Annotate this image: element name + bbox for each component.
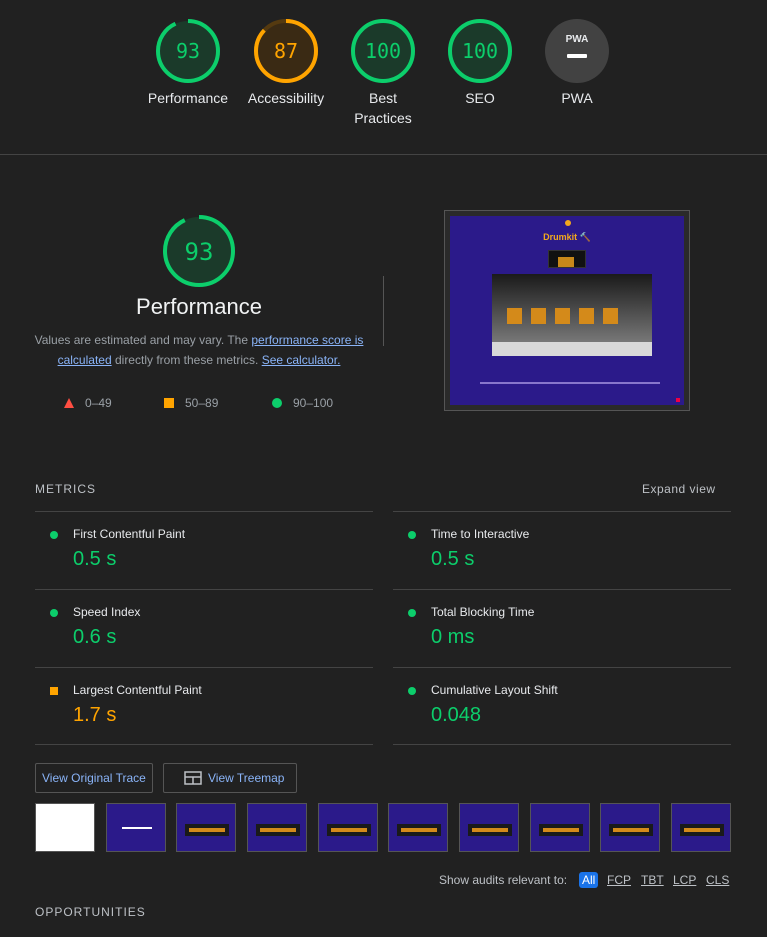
filmstrip-frame (671, 803, 731, 852)
divider (383, 276, 384, 346)
final-screenshot[interactable]: Drumkit 🔨 (444, 210, 690, 411)
legend-range: 0–49 (85, 396, 112, 410)
screenshot-app-title: Drumkit 🔨 (543, 232, 591, 242)
gauge-label: Performance (147, 90, 229, 106)
legend-range: 90–100 (293, 396, 334, 410)
gauge-ring: 100 (351, 19, 415, 83)
filter-chip-all[interactable]: All (579, 872, 599, 888)
metric-cls: Cumulative Layout Shift 0.048 (393, 667, 731, 745)
gauge-seo[interactable]: 100 SEO (430, 18, 530, 108)
filmstrip-frame (35, 803, 95, 852)
filmstrip-frame (388, 803, 448, 852)
filmstrip-frame (600, 803, 660, 852)
audit-filter-label: Show audits relevant to: (439, 873, 568, 887)
performance-summary: 93 Performance Values are estimated and … (20, 214, 378, 370)
metric-title: Time to Interactive (431, 527, 530, 541)
gauge-best-practices[interactable]: 100 Best Practices (333, 18, 433, 128)
gauge-pwa[interactable]: PWA PWA (527, 18, 627, 108)
performance-score: 93 (185, 238, 214, 266)
performance-gauge: 93 (163, 215, 235, 287)
metric-fcp: First Contentful Paint 0.5 s (35, 511, 373, 589)
pwa-badge-text: PWA (566, 34, 589, 45)
metrics-header: METRICS (35, 482, 96, 496)
average-indicator (50, 687, 58, 695)
metric-value: 0.048 (431, 704, 482, 726)
pass-indicator (408, 609, 416, 617)
see-calculator-link[interactable]: See calculator. (262, 353, 341, 367)
pass-indicator (408, 531, 416, 539)
filmstrip-frame (318, 803, 378, 852)
square-icon (164, 398, 174, 408)
category-gauges-bar: 93 Performance 87 Accessibility 100 Best… (0, 0, 767, 155)
metric-title: First Contentful Paint (73, 527, 186, 541)
gauge-label: SEO (465, 90, 495, 106)
desc-text: directly from these metrics. (111, 353, 262, 367)
gauge-score: 93 (176, 39, 200, 63)
filmstrip-frame (247, 803, 307, 852)
opportunities-header: OPPORTUNITIES (35, 905, 146, 919)
pwa-icon: PWA (545, 19, 609, 83)
metric-value: 0 ms (431, 626, 475, 648)
view-original-trace-button[interactable]: View Original Trace (35, 763, 153, 793)
gauge-performance[interactable]: 93 Performance (138, 18, 238, 108)
gauge-label: Accessibility (247, 90, 325, 106)
gauge-score: 100 (365, 39, 401, 63)
legend-range: 50–89 (185, 396, 219, 410)
gauge-ring: 87 (254, 19, 318, 83)
expand-view-toggle[interactable]: Expand view (642, 482, 716, 496)
metric-tti: Time to Interactive 0.5 s (393, 511, 731, 589)
metric-title: Largest Contentful Paint (73, 683, 202, 697)
gauge-ring: 93 (156, 19, 220, 83)
filmstrip-frame (530, 803, 590, 852)
metric-title: Cumulative Layout Shift (431, 683, 558, 697)
gauge-score: 100 (462, 39, 498, 63)
legend-average: 50–89 (163, 396, 218, 410)
gauge-label: Best Practices (354, 90, 412, 126)
triangle-icon (64, 398, 74, 408)
view-treemap-button[interactable]: View Treemap (163, 763, 297, 793)
legend-fail: 0–49 (63, 396, 112, 410)
metric-tbt: Total Blocking Time 0 ms (393, 589, 731, 667)
metric-value: 0.5 s (73, 548, 117, 570)
gauge-label: PWA (561, 90, 593, 106)
gauge-score: 87 (274, 39, 298, 63)
gauge-accessibility[interactable]: 87 Accessibility (236, 18, 336, 108)
metric-value: 0.5 s (431, 548, 475, 570)
pass-indicator (408, 687, 416, 695)
metric-title: Speed Index (73, 605, 141, 619)
filmstrip-frame (106, 803, 166, 852)
desc-text: Values are estimated and may vary. The (34, 333, 252, 347)
filmstrip-frame (176, 803, 236, 852)
view-treemap-label: View Treemap (208, 771, 285, 785)
treemap-icon (184, 771, 202, 785)
metric-lcp: Largest Contentful Paint 1.7 s (35, 667, 373, 745)
screenshot-image: Drumkit 🔨 (450, 216, 684, 405)
filter-chip-fcp[interactable]: FCP (604, 872, 634, 888)
circle-icon (272, 398, 282, 408)
metric-title: Total Blocking Time (431, 605, 535, 619)
filmstrip-frame (459, 803, 519, 852)
pass-indicator (50, 531, 58, 539)
metric-value: 0.6 s (73, 626, 117, 648)
filter-chip-cls[interactable]: CLS (703, 872, 732, 888)
metric-speed-index: Speed Index 0.6 s (35, 589, 373, 667)
filter-chip-lcp[interactable]: LCP (670, 872, 699, 888)
performance-description: Values are estimated and may vary. The p… (20, 330, 378, 370)
legend-pass: 90–100 (271, 396, 333, 410)
pass-indicator (50, 609, 58, 617)
metric-value: 1.7 s (73, 704, 117, 726)
filter-chip-tbt[interactable]: TBT (638, 872, 667, 888)
gauge-ring: 100 (448, 19, 512, 83)
performance-title: Performance (136, 294, 262, 319)
